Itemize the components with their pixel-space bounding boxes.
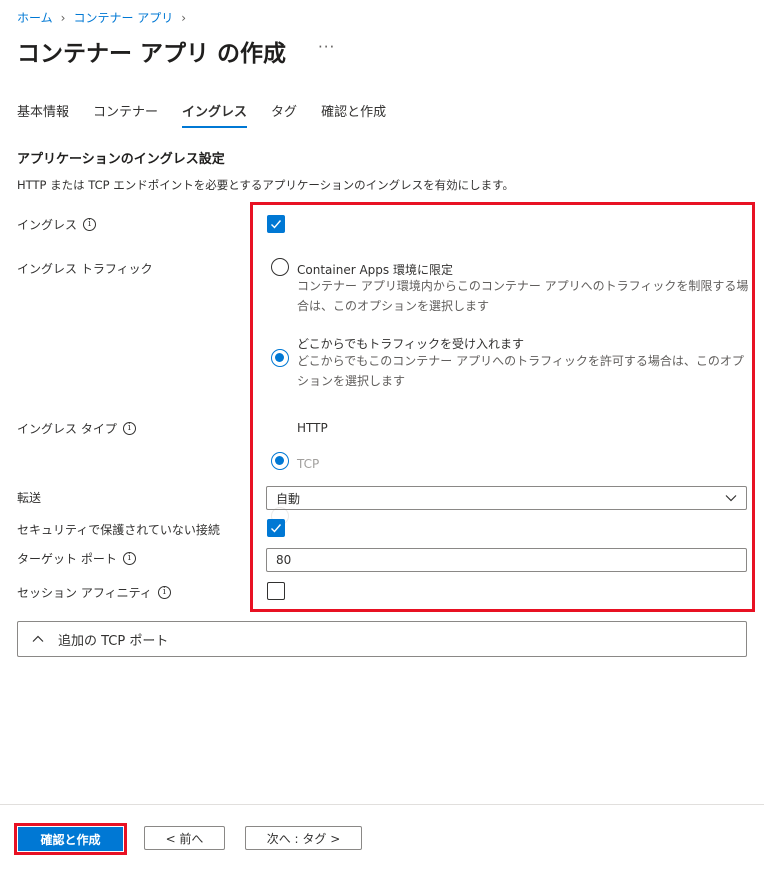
- section-title: アプリケーションのイングレス設定: [17, 152, 225, 167]
- chevron-down-icon: [725, 495, 737, 502]
- ingress-type-http-label: HTTP: [297, 421, 328, 435]
- footer-divider: [0, 804, 764, 805]
- session-affinity-label: セッション アフィニティ i: [17, 584, 171, 601]
- info-icon[interactable]: i: [122, 552, 136, 565]
- session-affinity-checkbox[interactable]: [267, 582, 285, 600]
- checkmark-icon: [271, 220, 282, 229]
- page-title: コンテナー アプリ の作成: [17, 41, 287, 67]
- breadcrumb-container-app-link[interactable]: コンテナー アプリ: [73, 9, 173, 26]
- info-icon[interactable]: i: [122, 422, 136, 435]
- previous-button[interactable]: < 前へ: [144, 826, 225, 850]
- breadcrumb: ホーム › コンテナー アプリ ›: [17, 9, 190, 26]
- target-port-input[interactable]: 80: [266, 548, 747, 572]
- review-create-button[interactable]: 確認と作成: [18, 827, 123, 851]
- traffic-limited-description: コンテナー アプリ環境内からこのコンテナー アプリへのトラフィックを制限する場合…: [297, 279, 749, 313]
- more-options-icon[interactable]: ···: [318, 38, 335, 56]
- chevron-up-icon: [32, 635, 44, 642]
- review-create-button-highlight: 確認と作成: [14, 823, 127, 855]
- target-port-label: ターゲット ポート i: [17, 550, 136, 567]
- tab-tags[interactable]: タグ: [271, 101, 297, 128]
- tab-review-create[interactable]: 確認と作成: [321, 101, 386, 128]
- ingress-type-http-radio[interactable]: [271, 452, 289, 470]
- ingress-type-tcp-label: TCP: [297, 457, 320, 471]
- insecure-connections-checkbox[interactable]: [267, 519, 285, 537]
- transport-label: 転送: [17, 491, 42, 505]
- tab-ingress[interactable]: イングレス: [182, 101, 248, 128]
- transport-select-value: 自動: [276, 491, 301, 506]
- transport-select[interactable]: 自動: [266, 486, 747, 510]
- chevron-right-icon: ›: [60, 10, 66, 25]
- traffic-limited-radio[interactable]: [271, 258, 289, 276]
- chevron-right-icon: ›: [181, 10, 187, 25]
- section-description: HTTP または TCP エンドポイントを必要とするアプリケーションのイングレス…: [17, 178, 514, 192]
- additional-tcp-ports-accordion[interactable]: 追加の TCP ポート: [17, 621, 747, 657]
- info-icon[interactable]: i: [83, 218, 97, 231]
- tab-basics[interactable]: 基本情報: [17, 101, 69, 128]
- accordion-label: 追加の TCP ポート: [58, 633, 169, 649]
- ingress-type-label: イングレス タイプ i: [17, 420, 136, 437]
- insecure-connections-label: セキュリティで保護されていない接続: [17, 523, 220, 537]
- info-icon[interactable]: i: [157, 586, 171, 599]
- next-tags-button[interactable]: 次へ : タグ >: [245, 826, 362, 850]
- breadcrumb-home-link[interactable]: ホーム: [17, 9, 53, 26]
- checkmark-icon: [271, 524, 282, 533]
- tab-container[interactable]: コンテナー: [93, 101, 158, 128]
- traffic-anywhere-title: どこからでもトラフィックを受け入れます: [297, 337, 525, 351]
- ingress-label: イングレス i: [17, 216, 97, 233]
- tab-bar: 基本情報 コンテナー イングレス タグ 確認と作成: [17, 101, 410, 128]
- traffic-anywhere-radio[interactable]: [271, 349, 289, 367]
- ingress-checkbox[interactable]: [267, 215, 285, 233]
- traffic-anywhere-description: どこからでもこのコンテナー アプリへのトラフィックを許可する場合は、このオプショ…: [297, 354, 744, 388]
- ingress-traffic-label: イングレス トラフィック: [17, 262, 153, 276]
